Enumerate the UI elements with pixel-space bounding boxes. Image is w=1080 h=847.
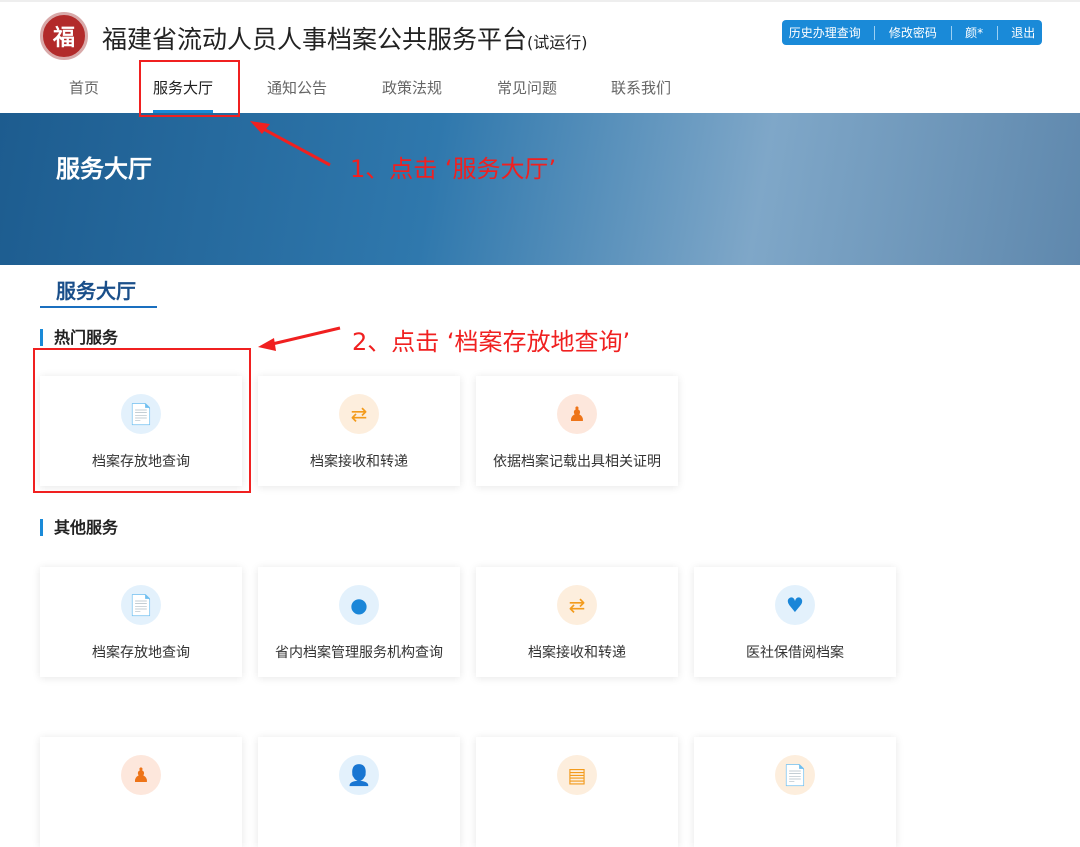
annotation-arrows bbox=[0, 0, 1080, 805]
annotation-step1: 1、点击 ‘服务大厅’ bbox=[350, 149, 556, 184]
arrow-2-head bbox=[258, 338, 276, 351]
arrow-1 bbox=[258, 126, 330, 165]
arrow-2 bbox=[268, 328, 340, 345]
annotation-step2: 2、点击 ‘档案存放地查询’ bbox=[352, 322, 630, 357]
